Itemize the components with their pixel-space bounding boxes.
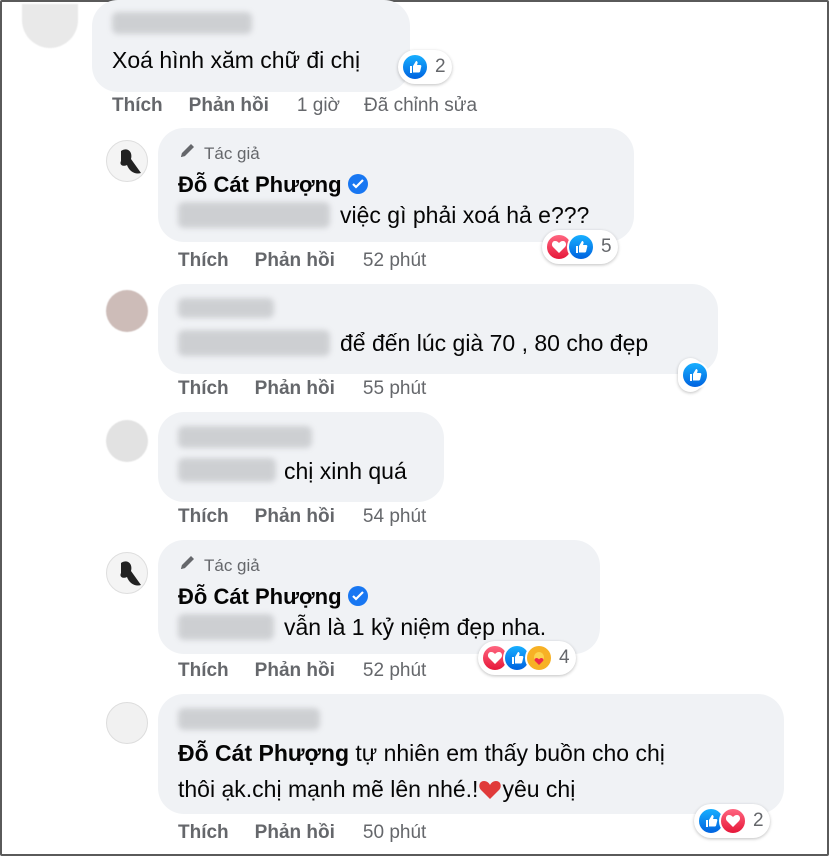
reaction-count: 2 — [753, 810, 764, 831]
comment-actions: Thích Phản hồi 54 phút — [178, 506, 426, 528]
avatar[interactable] — [106, 702, 148, 744]
comment-text: Xoá hình xăm chữ đi chị — [112, 47, 361, 73]
reply-button[interactable]: Phản hồi — [255, 822, 335, 844]
mention-link[interactable]: Đỗ Cát Phượng — [178, 740, 349, 766]
mention-blurred — [178, 458, 276, 482]
author-tag-label: Tác giả — [204, 556, 260, 575]
like-icon — [401, 53, 429, 81]
timestamp[interactable]: 55 phút — [363, 378, 426, 400]
like-button[interactable]: Thích — [178, 660, 229, 682]
comment-text: chị xinh quá — [284, 458, 407, 484]
mention-blurred — [178, 330, 330, 356]
comment-actions: Thích Phản hồi 50 phút — [178, 822, 426, 844]
like-button[interactable]: Thích — [178, 506, 229, 528]
timestamp[interactable]: 52 phút — [363, 250, 426, 272]
edited-label[interactable]: Đã chỉnh sửa — [364, 95, 477, 117]
pen-icon — [181, 144, 194, 157]
like-button[interactable]: Thích — [178, 250, 229, 272]
author-name-text[interactable]: Đỗ Cát Phượng — [178, 584, 342, 609]
reply-button[interactable]: Phản hồi — [255, 660, 335, 682]
avatar[interactable] — [106, 290, 148, 332]
pen-icon — [181, 556, 194, 569]
author-tag: Tác giả — [178, 142, 260, 164]
love-icon — [719, 807, 747, 835]
author-name-text[interactable]: Đỗ Cát Phượng — [178, 172, 342, 197]
like-button[interactable]: Thích — [178, 822, 229, 844]
reaction-summary[interactable]: 4 — [478, 641, 576, 675]
commenter-name-blurred — [178, 298, 274, 318]
reaction-summary[interactable]: 2 — [398, 50, 452, 84]
commenter-name-blurred — [112, 12, 252, 34]
like-icon — [681, 361, 709, 389]
reply-button[interactable]: Phản hồi — [255, 250, 335, 272]
author-photo-icon — [120, 149, 141, 174]
timestamp[interactable]: 52 phút — [363, 660, 426, 682]
comment-actions: Thích Phản hồi 1 giờ Đã chỉnh sửa — [112, 95, 477, 117]
reaction-summary[interactable]: 5 — [542, 230, 618, 264]
reaction-count: 4 — [559, 647, 570, 668]
commenter-name-blurred — [178, 426, 312, 448]
mention-blurred — [178, 614, 274, 640]
like-button[interactable]: Thích — [178, 378, 229, 400]
verified-badge-icon — [347, 174, 368, 194]
comment-text-line2: thôi ạk.chị mạnh mẽ lên nhé.! — [178, 776, 479, 802]
author-name[interactable]: Đỗ Cát Phượng — [178, 584, 368, 610]
commenter-name-blurred — [178, 708, 320, 730]
mention-blurred — [178, 202, 330, 228]
comment-text: việc gì phải xoá hả e??? — [340, 202, 590, 228]
reaction-count: 2 — [435, 56, 446, 77]
comment-actions: Thích Phản hồi 55 phút — [178, 378, 426, 400]
verified-badge-icon — [347, 586, 368, 606]
reply-button[interactable]: Phản hồi — [255, 506, 335, 528]
timestamp[interactable]: 54 phút — [363, 506, 426, 528]
reaction-summary[interactable]: 2 — [694, 804, 770, 838]
author-tag-label: Tác giả — [204, 144, 260, 163]
reaction-count: 5 — [601, 236, 612, 257]
reply-button[interactable]: Phản hồi — [255, 378, 335, 400]
reply-button[interactable]: Phản hồi — [189, 95, 269, 117]
comment-text-line1: tự nhiên em thấy buồn cho chị — [355, 740, 665, 766]
avatar[interactable] — [106, 420, 148, 462]
comment-text: Đỗ Cát Phượng tự nhiên em thấy buồn cho … — [178, 738, 665, 768]
like-button[interactable]: Thích — [112, 95, 163, 117]
heart-emoji-icon — [479, 781, 502, 799]
comment-text: vẫn là 1 kỷ niệm đẹp nha. — [284, 614, 547, 640]
timestamp[interactable]: 1 giờ — [297, 95, 340, 117]
like-icon — [567, 233, 595, 261]
care-icon — [525, 644, 553, 672]
author-tag: Tác giả — [178, 554, 260, 576]
comment-actions: Thích Phản hồi 52 phút — [178, 660, 426, 682]
reaction-summary[interactable] — [678, 358, 709, 392]
comment-text-line2-end: yêu chị — [502, 776, 576, 802]
author-photo-icon — [120, 561, 141, 586]
author-avatar[interactable] — [106, 140, 148, 182]
comment-text: thôi ạk.chị mạnh mẽ lên nhé.! yêu chị — [178, 774, 575, 804]
author-name[interactable]: Đỗ Cát Phượng — [178, 172, 368, 198]
comment-text: để đến lúc già 70 , 80 cho đẹp — [340, 330, 649, 356]
author-avatar[interactable] — [106, 552, 148, 594]
comment-actions: Thích Phản hồi 52 phút — [178, 250, 426, 272]
timestamp[interactable]: 50 phút — [363, 822, 426, 844]
